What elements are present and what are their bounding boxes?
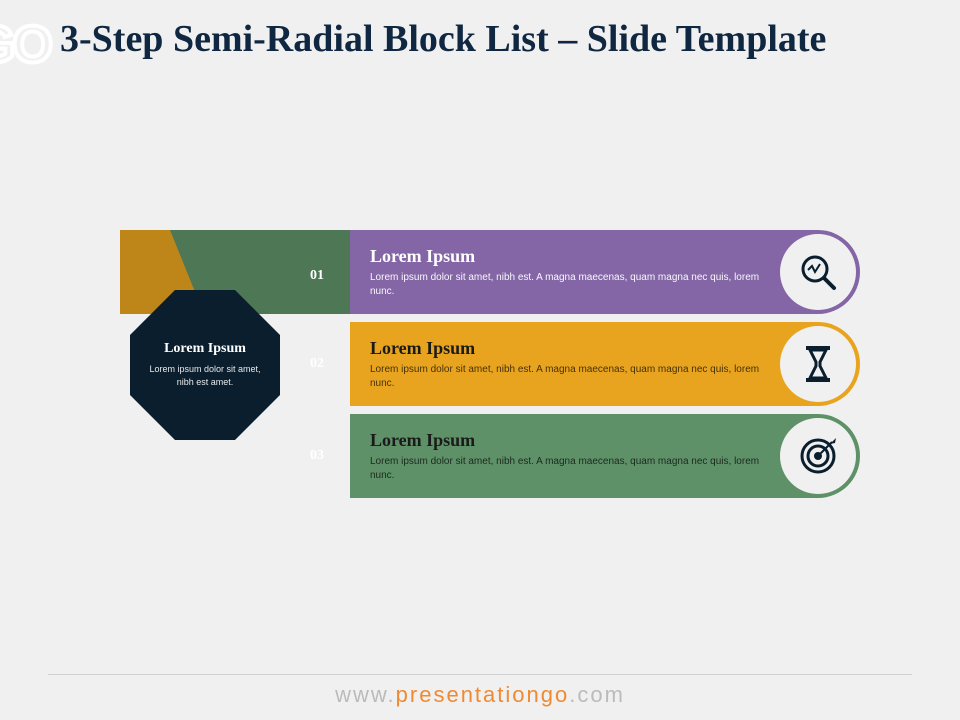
step-1-number: 01 (310, 268, 324, 284)
step-2-title: Lorem Ipsum (370, 338, 760, 359)
step-1-title: Lorem Ipsum (370, 246, 760, 267)
footer-divider (48, 674, 912, 675)
footer-prefix: www. (335, 682, 396, 707)
step-3-icon-ring (780, 418, 856, 494)
step-1-bar: Lorem Ipsum Lorem ipsum dolor sit amet, … (350, 230, 860, 314)
step-3-desc: Lorem ipsum dolor sit amet, nibh est. A … (370, 455, 760, 483)
step-3-bar: Lorem Ipsum Lorem ipsum dolor sit amet, … (350, 414, 860, 498)
slide-title: 3-Step Semi-Radial Block List – Slide Te… (60, 18, 930, 62)
footer-url: www.presentationgo.com (0, 682, 960, 708)
step-2-icon-ring (780, 326, 856, 402)
semi-radial-diagram: 01 Lorem Ipsum Lorem ipsum dolor sit ame… (160, 230, 880, 510)
brand-badge: GO (0, 15, 50, 75)
footer-suffix: .com (569, 682, 625, 707)
search-analytics-icon (798, 252, 838, 292)
step-1-icon-ring (780, 234, 856, 310)
hub-title: Lorem Ipsum (164, 341, 246, 357)
step-3-title: Lorem Ipsum (370, 430, 760, 451)
target-icon (798, 436, 838, 476)
hourglass-icon (800, 344, 836, 384)
footer-main: presentationgo (396, 682, 570, 707)
step-2-desc: Lorem ipsum dolor sit amet, nibh est. A … (370, 363, 760, 391)
hub-desc: Lorem ipsum dolor sit amet, nibh est ame… (146, 363, 264, 388)
step-2-bar: Lorem Ipsum Lorem ipsum dolor sit amet, … (350, 322, 860, 406)
hub-octagon: Lorem Ipsum Lorem ipsum dolor sit amet, … (130, 290, 280, 440)
step-1-desc: Lorem ipsum dolor sit amet, nibh est. A … (370, 271, 760, 299)
step-2-number: 02 (310, 356, 324, 372)
step-3-number: 03 (310, 448, 324, 464)
